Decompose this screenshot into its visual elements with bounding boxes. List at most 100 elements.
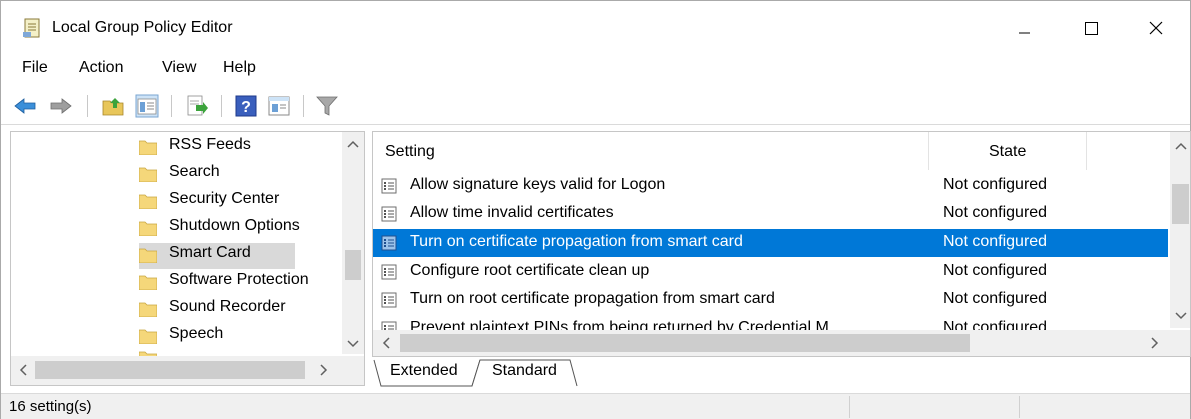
- scroll-right-icon[interactable]: [1151, 337, 1159, 349]
- policy-editor-icon: [23, 18, 40, 38]
- back-icon[interactable]: [13, 94, 37, 118]
- setting-state: Not configured: [943, 319, 1048, 330]
- folder-icon: [139, 140, 157, 155]
- close-icon: [1149, 21, 1163, 35]
- tree-item-smart-card[interactable]: Smart Card: [139, 243, 295, 269]
- policy-setting-icon: [381, 264, 397, 280]
- minimize-icon: [1019, 32, 1030, 34]
- toolbar: ?: [1, 87, 1190, 125]
- tree-item-shutdown-options[interactable]: Shutdown Options: [139, 216, 359, 242]
- folder-icon: [139, 221, 157, 236]
- help-icon[interactable]: ?: [234, 94, 258, 118]
- tree-vscroll-thumb[interactable]: [345, 250, 361, 280]
- list-vscroll-thumb[interactable]: [1172, 184, 1189, 224]
- setting-row-partial[interactable]: Prevent plaintext PINs from being return…: [373, 315, 1168, 330]
- tree-hscroll-thumb[interactable]: [35, 361, 305, 379]
- policy-setting-icon: [381, 206, 397, 222]
- setting-row[interactable]: Turn on root certificate propagation fro…: [373, 286, 1168, 314]
- menu-action[interactable]: Action: [79, 59, 123, 77]
- menu-bar: File Action View Help: [1, 56, 1190, 84]
- tree-item-label: Security Center: [169, 190, 280, 207]
- tree-item-label: Search: [169, 163, 220, 180]
- folder-icon: [139, 329, 157, 344]
- window-title: Local Group Policy Editor: [52, 19, 233, 36]
- setting-row[interactable]: Allow signature keys valid for Logon Not…: [373, 172, 1168, 200]
- status-bar: 16 setting(s): [1, 393, 1190, 419]
- maximize-button[interactable]: [1067, 1, 1113, 56]
- properties-icon[interactable]: [267, 94, 291, 118]
- scroll-up-icon[interactable]: [1175, 142, 1187, 150]
- title-bar[interactable]: Local Group Policy Editor: [1, 1, 1190, 56]
- setting-name: Turn on root certificate propagation fro…: [410, 290, 775, 307]
- toolbar-separator: [87, 95, 88, 117]
- scroll-left-icon[interactable]: [19, 364, 27, 376]
- scroll-up-icon[interactable]: [347, 140, 359, 148]
- setting-state: Not configured: [943, 233, 1048, 250]
- setting-state: Not configured: [943, 262, 1048, 279]
- setting-name: Configure root certificate clean up: [410, 262, 650, 279]
- tab-extended[interactable]: Extended: [390, 362, 458, 380]
- folder-icon: [139, 167, 157, 182]
- tree-item-rss-feeds[interactable]: RSS Feeds: [139, 135, 359, 161]
- tree-vertical-scrollbar[interactable]: [342, 132, 364, 354]
- folder-icon: [139, 248, 157, 263]
- toolbar-separator: [303, 95, 304, 117]
- menu-help[interactable]: Help: [223, 59, 256, 77]
- toolbar-separator: [221, 95, 222, 117]
- minimize-button[interactable]: [1001, 1, 1047, 56]
- setting-name: Turn on certificate propagation from sma…: [410, 233, 743, 250]
- policy-setting-icon: [381, 235, 397, 251]
- setting-row-selected[interactable]: Turn on certificate propagation from sma…: [373, 229, 1168, 257]
- tree-item-label: Smart Card: [169, 244, 251, 261]
- app-window: Local Group Policy Editor File Action Vi…: [0, 0, 1191, 419]
- svg-text:?: ?: [241, 99, 251, 116]
- column-header-setting[interactable]: Setting: [373, 132, 929, 170]
- column-header-label: Setting: [385, 143, 435, 160]
- setting-row[interactable]: Configure root certificate clean up Not …: [373, 258, 1168, 286]
- policy-setting-icon: [381, 292, 397, 308]
- policy-setting-icon: [381, 321, 397, 330]
- view-tabs: Extended Standard: [372, 358, 1191, 390]
- menu-view[interactable]: View: [162, 59, 196, 77]
- up-folder-icon[interactable]: [101, 94, 125, 118]
- setting-row[interactable]: Allow time invalid certificates Not conf…: [373, 200, 1168, 228]
- scroll-down-icon[interactable]: [1175, 312, 1187, 320]
- scroll-down-icon[interactable]: [347, 340, 359, 348]
- tree-item-speech[interactable]: Speech: [139, 324, 359, 350]
- status-divider: [1019, 396, 1020, 418]
- tree-item-label: Speech: [169, 325, 224, 342]
- setting-name: Allow signature keys valid for Logon: [410, 176, 666, 193]
- tree-pane[interactable]: RSS Feeds Search Security Center Shutdow…: [10, 131, 365, 386]
- list-vertical-scrollbar[interactable]: [1170, 132, 1190, 328]
- scroll-right-icon[interactable]: [320, 364, 328, 376]
- menu-file[interactable]: File: [22, 59, 48, 77]
- tree-horizontal-scrollbar[interactable]: [11, 356, 364, 385]
- setting-name: Prevent plaintext PINs from being return…: [410, 319, 829, 330]
- scroll-left-icon[interactable]: [382, 337, 390, 349]
- show-hide-tree-icon[interactable]: [135, 94, 159, 118]
- status-text: 16 setting(s): [9, 398, 92, 415]
- maximize-icon: [1085, 22, 1098, 35]
- setting-state: Not configured: [943, 290, 1048, 307]
- setting-state: Not configured: [943, 176, 1048, 193]
- close-button[interactable]: [1132, 1, 1178, 56]
- tree-item-software-protection[interactable]: Software Protection: [139, 270, 359, 296]
- tree-item-security-center[interactable]: Security Center: [139, 189, 359, 215]
- folder-icon: [139, 275, 157, 290]
- folder-icon: [139, 194, 157, 209]
- tab-standard[interactable]: Standard: [492, 362, 557, 380]
- tree-item-search[interactable]: Search: [139, 162, 359, 188]
- list-horizontal-scrollbar[interactable]: [373, 330, 1190, 356]
- export-list-icon[interactable]: [185, 94, 209, 118]
- tree-item-label: Sound Recorder: [169, 298, 286, 315]
- tree-item-sound-recorder[interactable]: Sound Recorder: [139, 297, 359, 323]
- list-hscroll-thumb[interactable]: [400, 334, 970, 352]
- folder-icon: [139, 302, 157, 317]
- policy-setting-icon: [381, 178, 397, 194]
- settings-list[interactable]: Setting State Allow signature keys valid…: [372, 131, 1191, 357]
- tree-item-label: RSS Feeds: [169, 136, 251, 153]
- forward-icon[interactable]: [49, 94, 73, 118]
- tree-item-label: Shutdown Options: [169, 217, 300, 234]
- filter-icon[interactable]: [315, 94, 339, 118]
- column-header-state[interactable]: State: [929, 132, 1087, 170]
